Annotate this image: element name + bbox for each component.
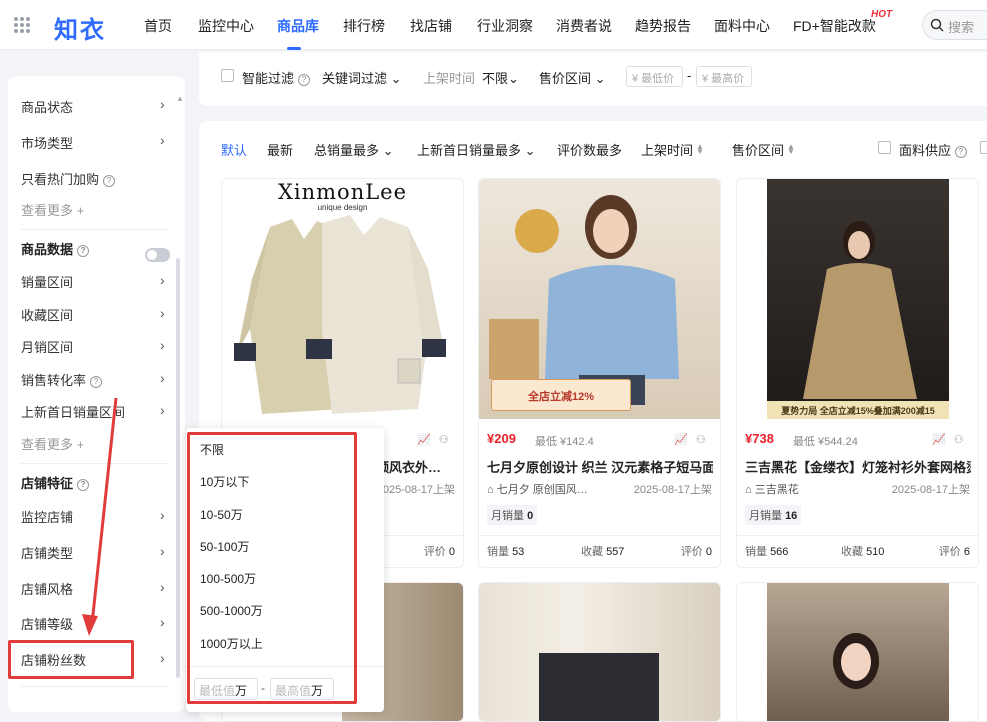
annotation-arrow-icon [82,397,118,636]
